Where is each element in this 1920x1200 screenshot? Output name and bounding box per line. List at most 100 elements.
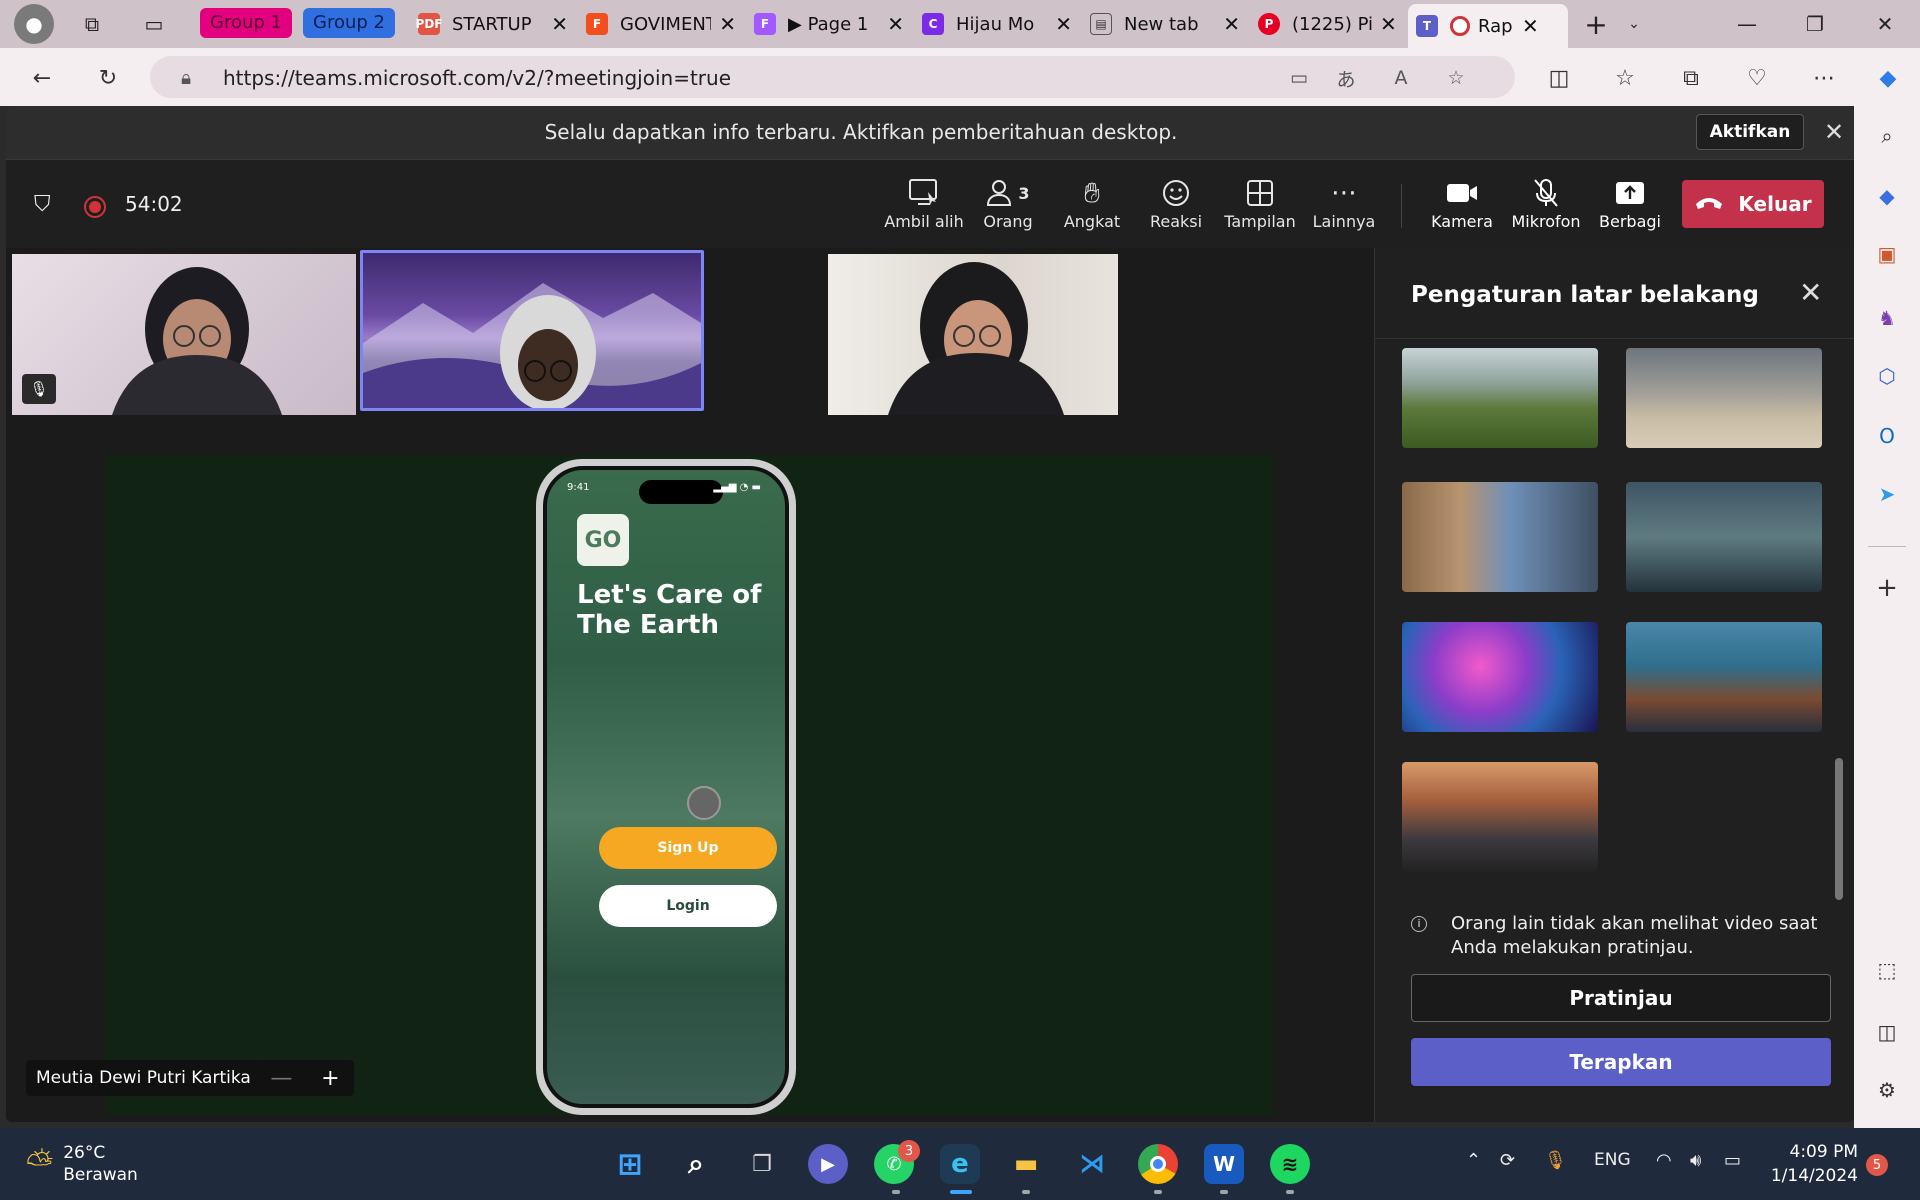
clock[interactable]: 4:09 PM 1/14/2024 — [1768, 1140, 1858, 1188]
zoom-in-icon[interactable]: + — [321, 1066, 339, 1091]
close-panel-icon[interactable]: ✕ — [1799, 276, 1822, 309]
enable-notifications-button[interactable]: Aktifkan — [1696, 114, 1804, 150]
translate-icon[interactable]: あ — [1332, 64, 1360, 92]
panel-scrollbar[interactable] — [1835, 758, 1843, 900]
raise-hand-button[interactable]: ✋︎ Angkat — [1052, 174, 1132, 240]
show-hidden-icons-chevron-up-icon[interactable]: ⌃ — [1466, 1150, 1481, 1171]
profile-avatar-icon[interactable]: ● — [14, 4, 54, 44]
read-aloud-icon[interactable]: A — [1387, 64, 1415, 92]
vscode-icon[interactable]: ⋊ — [1072, 1144, 1112, 1184]
leave-button[interactable]: Keluar — [1682, 180, 1824, 228]
shopping-tag-icon[interactable]: ◆ — [1871, 180, 1903, 212]
teams-chat-icon[interactable]: ▶ — [808, 1144, 848, 1184]
share-button[interactable]: Berbagi — [1590, 174, 1670, 240]
background-thumbnail-fantasy-street[interactable] — [1402, 482, 1598, 592]
participant-video-1[interactable]: 🎙︎ — [12, 254, 356, 415]
close-tab-icon[interactable]: ✕ — [1522, 14, 1539, 38]
search-icon[interactable]: ⌕ — [1871, 120, 1903, 152]
refresh-icon[interactable]: ↻ — [90, 60, 126, 96]
apply-button[interactable]: Terapkan — [1411, 1038, 1831, 1086]
shield-icon[interactable]: ⛉ — [34, 192, 51, 217]
taskbar-search-icon[interactable]: ⌕ — [676, 1144, 716, 1184]
chrome-icon[interactable] — [1138, 1144, 1178, 1184]
tab-startup[interactable]: PDF STARTUP ✕ — [410, 6, 568, 42]
battery-icon[interactable]: ▭ — [1724, 1150, 1741, 1171]
people-button[interactable]: 3 Orang — [968, 174, 1048, 240]
hide-sidebar-icon[interactable]: ◫ — [1871, 1016, 1903, 1048]
microsoft-365-icon[interactable]: ⬡ — [1871, 360, 1903, 392]
close-tab-icon[interactable]: ✕ — [1380, 12, 1397, 36]
tab-hijau[interactable]: C Hijau Mo ✕ — [914, 6, 1072, 42]
split-screen-icon[interactable]: ◫ — [1541, 60, 1577, 96]
wifi-icon[interactable]: ◠ — [1656, 1150, 1672, 1171]
tab-teams-meeting[interactable]: T Rap ✕ — [1408, 4, 1568, 48]
close-tab-icon[interactable]: ✕ — [1055, 12, 1072, 36]
weather-widget[interactable]: ⛅︎ 26°C Berawan — [26, 1142, 138, 1186]
task-view-icon[interactable]: ❐ — [742, 1144, 782, 1184]
language-indicator[interactable]: ENG — [1594, 1150, 1631, 1170]
close-banner-icon[interactable]: ✕ — [1824, 118, 1844, 146]
preview-button[interactable]: Pratinjau — [1411, 974, 1831, 1022]
start-windows-icon[interactable]: ⊞ — [610, 1144, 650, 1184]
new-tab-plus-icon[interactable]: + — [1578, 6, 1614, 42]
tab-goviment[interactable]: F GOVIMENT ✕ — [578, 6, 736, 42]
back-arrow-icon[interactable]: ← — [24, 60, 60, 96]
microphone-button[interactable]: Mikrofon — [1506, 174, 1586, 240]
background-thumbnail-space-station[interactable] — [1626, 482, 1822, 592]
reactions-button[interactable]: Reaksi — [1136, 174, 1216, 240]
tools-icon[interactable]: ▣ — [1871, 238, 1903, 270]
video-icon[interactable]: ▭ — [1285, 64, 1313, 92]
window-close-icon[interactable]: ✕ — [1860, 6, 1910, 42]
favorite-star-icon[interactable]: ☆ — [1442, 64, 1470, 92]
close-tab-icon[interactable]: ✕ — [719, 12, 736, 36]
tab-page-1[interactable]: F ▶ Page 1 ✕ — [746, 6, 904, 42]
zoom-out-icon[interactable]: — — [270, 1066, 292, 1091]
microphone-in-use-icon[interactable]: 🎙︎ — [1544, 1150, 1567, 1171]
view-button[interactable]: Tampilan — [1220, 174, 1300, 240]
workspaces-icon[interactable]: ⧉ — [74, 6, 110, 42]
participant-video-3[interactable] — [828, 254, 1118, 415]
tab-group-2[interactable]: Group 2 — [303, 8, 395, 38]
close-tab-icon[interactable]: ✕ — [1223, 12, 1240, 36]
background-thumbnail-ruined-stadium[interactable] — [1626, 348, 1822, 448]
favorites-icon[interactable]: ☆ — [1607, 60, 1643, 96]
settings-more-icon[interactable]: ⋯ — [1806, 60, 1842, 96]
games-icon[interactable]: ♞ — [1871, 302, 1903, 334]
tab-list-chevron-down-icon[interactable]: ⌄ — [1616, 6, 1652, 42]
outlook-icon[interactable]: O — [1871, 420, 1903, 452]
more-button[interactable]: ⋯ Lainnya — [1304, 174, 1384, 240]
url-text[interactable]: https://teams.microsoft.com/v2/?meetingj… — [223, 66, 731, 90]
background-thumbnail-village-road[interactable] — [1402, 762, 1598, 872]
background-thumbnail-alien-shore[interactable] — [1626, 622, 1822, 732]
minimize-icon[interactable]: — — [1722, 6, 1772, 42]
tab-actions-icon[interactable]: ▭ — [136, 6, 172, 42]
tab-new-tab[interactable]: ▤ New tab ✕ — [1082, 6, 1240, 42]
background-thumbnail-nebula[interactable] — [1402, 622, 1598, 732]
address-bar[interactable]: 🔒︎ https://teams.microsoft.com/v2/?meeti… — [150, 56, 1515, 98]
lock-icon[interactable]: 🔒︎ — [172, 64, 200, 92]
volume-icon[interactable]: 🔊︎ — [1690, 1150, 1701, 1171]
edge-icon[interactable]: e — [940, 1144, 980, 1184]
take-control-button[interactable]: Ambil alih — [884, 174, 964, 240]
drop-send-icon[interactable]: ➤ — [1871, 478, 1903, 510]
close-tab-icon[interactable]: ✕ — [887, 12, 904, 36]
spotify-icon[interactable]: ≋ — [1270, 1144, 1310, 1184]
camera-button[interactable]: Kamera — [1422, 174, 1502, 240]
sidebar-settings-gear-icon[interactable]: ⚙ — [1871, 1074, 1903, 1106]
copilot-icon[interactable]: ◆ — [1870, 60, 1906, 96]
notification-count-badge[interactable]: 5 — [1866, 1154, 1888, 1176]
tab-pinterest[interactable]: P (1225) Pi ✕ — [1250, 6, 1400, 42]
browser-essentials-icon[interactable]: ♡ — [1739, 60, 1775, 96]
screenshot-icon[interactable]: ⬚ — [1871, 954, 1903, 986]
collections-icon[interactable]: ⧉ — [1673, 60, 1709, 96]
close-tab-icon[interactable]: ✕ — [551, 12, 568, 36]
sync-icon[interactable]: ⟳ — [1500, 1150, 1515, 1171]
add-icon[interactable]: + — [1871, 572, 1903, 604]
tab-group-1[interactable]: Group 1 — [200, 8, 292, 38]
shared-screen[interactable]: 9:41 ▂▄▆ ◔ ▬ GO Let's Care of The Earth … — [105, 455, 1273, 1115]
background-thumbnail-mountain-valley[interactable] — [1402, 348, 1598, 448]
restore-icon[interactable]: ❐ — [1790, 6, 1840, 42]
word-icon[interactable]: W — [1204, 1144, 1244, 1184]
file-explorer-icon[interactable]: ▬ — [1006, 1144, 1046, 1184]
participant-video-2[interactable] — [360, 250, 704, 411]
